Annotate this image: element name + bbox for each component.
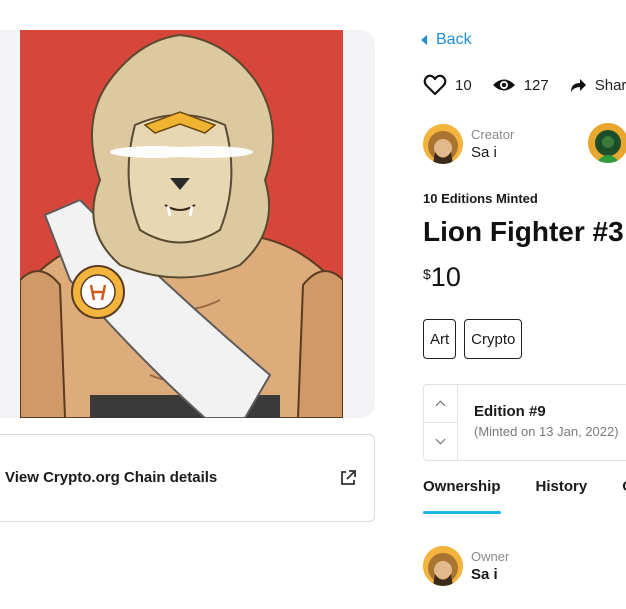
eye-icon <box>492 79 515 91</box>
detail-tabs: Ownership History O <box>423 478 626 514</box>
edition-up-button[interactable] <box>424 385 457 422</box>
nft-artwork-image[interactable] <box>20 30 343 418</box>
edition-stepper <box>424 385 458 460</box>
like-button[interactable]: 10 <box>423 74 472 96</box>
editions-minted-label: 10 Editions Minted <box>423 191 538 206</box>
creator-avatar <box>423 124 463 164</box>
engagement-stats: 10 127 Share <box>423 74 626 96</box>
lion-avatar-image <box>423 546 463 586</box>
nft-price: $10 <box>423 262 461 293</box>
price-amount: 10 <box>430 262 461 292</box>
owner-role: Owner <box>471 548 510 564</box>
tag-art[interactable]: Art <box>423 319 457 359</box>
share-label: Share <box>594 76 626 94</box>
tab-ownership[interactable]: Ownership <box>423 478 501 514</box>
tag-list: Art Crypto <box>423 319 530 359</box>
like-count: 10 <box>455 76 472 94</box>
artwork-card <box>0 30 375 418</box>
chevron-down-icon <box>435 434 446 445</box>
tab-history[interactable]: History <box>536 478 588 514</box>
chain-details-label: View Crypto.org Chain details <box>5 469 218 486</box>
collection-avatar[interactable] <box>588 123 626 163</box>
share-button[interactable]: Share <box>569 77 626 94</box>
heart-icon <box>423 74 447 96</box>
lion-avatar-image <box>423 124 463 164</box>
owner-avatar <box>423 546 463 586</box>
edition-number: Edition #9 <box>474 403 546 420</box>
creator-name: Sa i <box>471 143 497 161</box>
edition-selector: Edition #9 (Minted on 13 Jan, 2022) <box>423 384 626 461</box>
chevron-up-icon <box>435 400 446 410</box>
view-count: 127 <box>523 76 549 94</box>
creator-role: Creator <box>471 126 515 142</box>
edition-minted-date: (Minted on 13 Jan, 2022) <box>474 424 619 439</box>
external-link-icon <box>341 470 356 485</box>
back-link[interactable]: Back <box>421 31 472 49</box>
green-fighter-avatar-image <box>588 123 626 163</box>
tab-offers[interactable]: O <box>622 478 626 514</box>
edition-down-button[interactable] <box>424 422 457 459</box>
back-label: Back <box>436 31 472 48</box>
share-arrow-icon <box>570 79 586 92</box>
view-chain-details-link[interactable]: View Crypto.org Chain details <box>0 434 375 522</box>
caret-left-icon <box>421 35 427 45</box>
creator-profile[interactable]: Creator Sa i <box>423 124 514 164</box>
currency-symbol: $ <box>423 266 431 282</box>
nft-title: Lion Fighter #3 <box>423 216 624 247</box>
owner-profile[interactable]: Owner Sa i <box>423 546 509 586</box>
views-counter: 127 <box>492 77 549 94</box>
owner-name: Sa i <box>471 565 498 583</box>
lion-fighter-illustration <box>20 30 343 418</box>
tag-crypto[interactable]: Crypto <box>464 319 523 359</box>
